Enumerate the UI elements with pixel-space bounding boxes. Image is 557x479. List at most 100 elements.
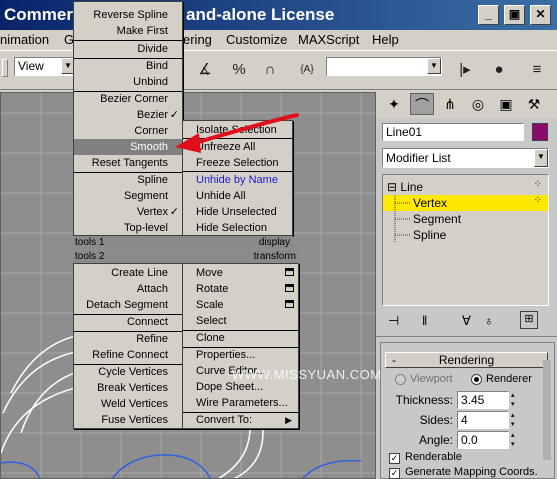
menu-item-vertex[interactable]: Vertex ✓ (74, 204, 182, 220)
watermark-text: WWW.MISSYUAN.COM (232, 367, 382, 382)
thickness-field[interactable]: 3.45 (457, 391, 509, 409)
chevron-down-icon: ▼ (427, 58, 441, 74)
material-sphere-icon[interactable]: ● (486, 57, 512, 83)
minimize-button[interactable]: _ (478, 5, 499, 25)
menu-item-clone[interactable]: Clone (183, 330, 298, 346)
panel-divider (376, 336, 557, 337)
toolbar-handle (2, 59, 8, 77)
menu-item-connect[interactable]: Connect (74, 314, 182, 330)
display-tab-icon[interactable]: ▣ (494, 93, 518, 115)
object-color-swatch[interactable] (532, 123, 548, 141)
menu-item-weld-vertices[interactable]: Weld Vertices (74, 396, 182, 412)
menu-rendering[interactable]: ering (183, 32, 212, 47)
menu-item-detach-segment[interactable]: Detach Segment (74, 297, 182, 313)
menu-item-cycle-vertices[interactable]: Cycle Vertices (74, 364, 182, 380)
sides-label: Sides: (419, 413, 453, 427)
menu-item-hide-unselected[interactable]: Hide Unselected (183, 204, 292, 220)
panel-scrollbar[interactable] (543, 360, 551, 460)
menu-item-hide-selection[interactable]: Hide Selection (183, 220, 292, 236)
angle-field[interactable]: 0.0 (457, 431, 509, 449)
remove-modifier-icon[interactable]: ♁ (484, 313, 494, 328)
gen-mapping-checkbox[interactable]: ✓ (389, 468, 400, 479)
title-text-right: and-alone License (186, 5, 335, 24)
renderable-label: Renderable (405, 451, 462, 463)
configure-sets-icon[interactable]: ⊞ (520, 311, 538, 329)
menu-item-create-line[interactable]: Create Line (74, 265, 182, 281)
settings-box-icon[interactable] (285, 284, 294, 292)
quad-header-display: display (182, 236, 293, 249)
menu-item-reverse-spline[interactable]: Reverse Spline (74, 7, 182, 23)
menu-item-attach[interactable]: Attach (74, 281, 182, 297)
quad-menu-lower-left: Create Line Attach Detach Segment Connec… (73, 263, 183, 429)
menu-item-make-first[interactable]: Make First (74, 23, 182, 39)
menu-item-select[interactable]: Select (183, 313, 298, 329)
menu-item-scale[interactable]: Scale (183, 297, 298, 313)
maximize-button[interactable]: ▣ (504, 5, 525, 25)
spinner-snap-icon[interactable]: ∩ (257, 57, 283, 83)
object-name-field[interactable]: Line01 (382, 123, 524, 141)
create-tab-icon[interactable]: ✦ (382, 93, 406, 115)
sides-spinner[interactable]: ▴ ▾ (511, 411, 519, 429)
rollout-title: Rendering (438, 353, 495, 367)
command-panel: ✦ ⌒ ⋔ ◎ ▣ ⚒ Line01 Modifier List ▼ ⊟ Lin… (376, 90, 557, 479)
make-unique-icon[interactable]: ∀ (462, 313, 471, 329)
percent-snap-icon[interactable]: % (226, 57, 252, 83)
quad-header-tools1: tools 1 (73, 236, 183, 249)
menu-item-divide[interactable]: Divide (74, 41, 182, 57)
submenu-arrow-icon: ▶ (285, 415, 292, 425)
settings-box-icon[interactable] (285, 268, 294, 276)
hierarchy-tab-icon[interactable]: ⋔ (438, 93, 462, 115)
menu-help[interactable]: Help (372, 32, 399, 47)
stack-tree-lines (394, 195, 411, 243)
layer-manager-icon[interactable]: ≡ (524, 57, 550, 83)
modifier-stack[interactable]: ⊟ Line ⁘ Vertex ⁘ Segment Spline (382, 174, 549, 306)
menu-item-wire-parameters[interactable]: Wire Parameters... (183, 395, 298, 411)
named-selection-icon[interactable]: {A} (294, 57, 320, 83)
menu-maxscript[interactable]: MAXScript (298, 32, 359, 47)
angle-snap-icon[interactable]: ∡ (192, 57, 218, 83)
stack-buttons: ⊣ ‖ ∀ ♁ ⊞ (376, 308, 557, 334)
blue-spline (1, 454, 362, 478)
collapse-icon: - (392, 353, 396, 367)
menu-item-unhide-by-name[interactable]: Unhide by Name (183, 172, 292, 188)
close-button[interactable]: ✕ (530, 5, 551, 25)
menu-item-convert-to[interactable]: Convert To: ▶ (183, 412, 298, 428)
menu-customize[interactable]: Customize (226, 32, 287, 47)
pin-stack-icon[interactable]: ⊣ (388, 313, 399, 329)
view-combo-value: View (18, 59, 44, 73)
menu-item-refine-connect[interactable]: Refine Connect (74, 347, 182, 363)
menu-item-refine[interactable]: Refine (74, 331, 182, 347)
menu-item-break-vertices[interactable]: Break Vertices (74, 380, 182, 396)
menu-item-properties[interactable]: Properties... (183, 347, 298, 363)
gen-mapping-label: Generate Mapping Coords. (405, 466, 538, 478)
menu-item-segment[interactable]: Segment (74, 188, 182, 204)
view-combo[interactable]: View ▼ (14, 57, 76, 76)
menu-item-fuse-vertices[interactable]: Fuse Vertices (74, 412, 182, 428)
renderable-checkbox[interactable]: ✓ (389, 453, 400, 464)
menu-item-top-level[interactable]: Top-level (74, 220, 182, 236)
thickness-label: Thickness: (395, 393, 453, 407)
menu-item-bind[interactable]: Bind (74, 58, 182, 74)
rendering-rollout-header[interactable]: - Rendering (385, 352, 548, 368)
modifier-list-combo[interactable]: Modifier List ▼ (382, 148, 549, 168)
menu-animation[interactable]: nimation (0, 32, 49, 47)
motion-tab-icon[interactable]: ◎ (466, 93, 490, 115)
renderer-radio[interactable] (471, 374, 482, 385)
settings-box-icon[interactable] (285, 300, 294, 308)
modify-tab-icon[interactable]: ⌒ (410, 93, 434, 115)
menu-item-move[interactable]: Move (183, 265, 298, 281)
chevron-down-icon: ▼ (534, 149, 548, 167)
menu-item-unbind[interactable]: Unbind (74, 74, 182, 90)
utilities-tab-icon[interactable]: ⚒ (522, 93, 546, 115)
angle-spinner[interactable]: ▴ ▾ (511, 431, 519, 449)
menu-item-rotate[interactable]: Rotate (183, 281, 298, 297)
named-selection-combo[interactable]: ▼ (326, 57, 442, 76)
thickness-spinner[interactable]: ▴ ▾ (511, 391, 519, 409)
red-arrow-annotation (175, 113, 299, 153)
mirror-icon[interactable]: |▸ (452, 57, 478, 83)
viewport-radio[interactable] (395, 374, 406, 385)
sides-field[interactable]: 4 (457, 411, 509, 429)
menu-item-unhide-all[interactable]: Unhide All (183, 188, 292, 204)
menu-item-spline[interactable]: Spline (74, 172, 182, 188)
show-end-result-icon[interactable]: ‖ (422, 313, 427, 328)
